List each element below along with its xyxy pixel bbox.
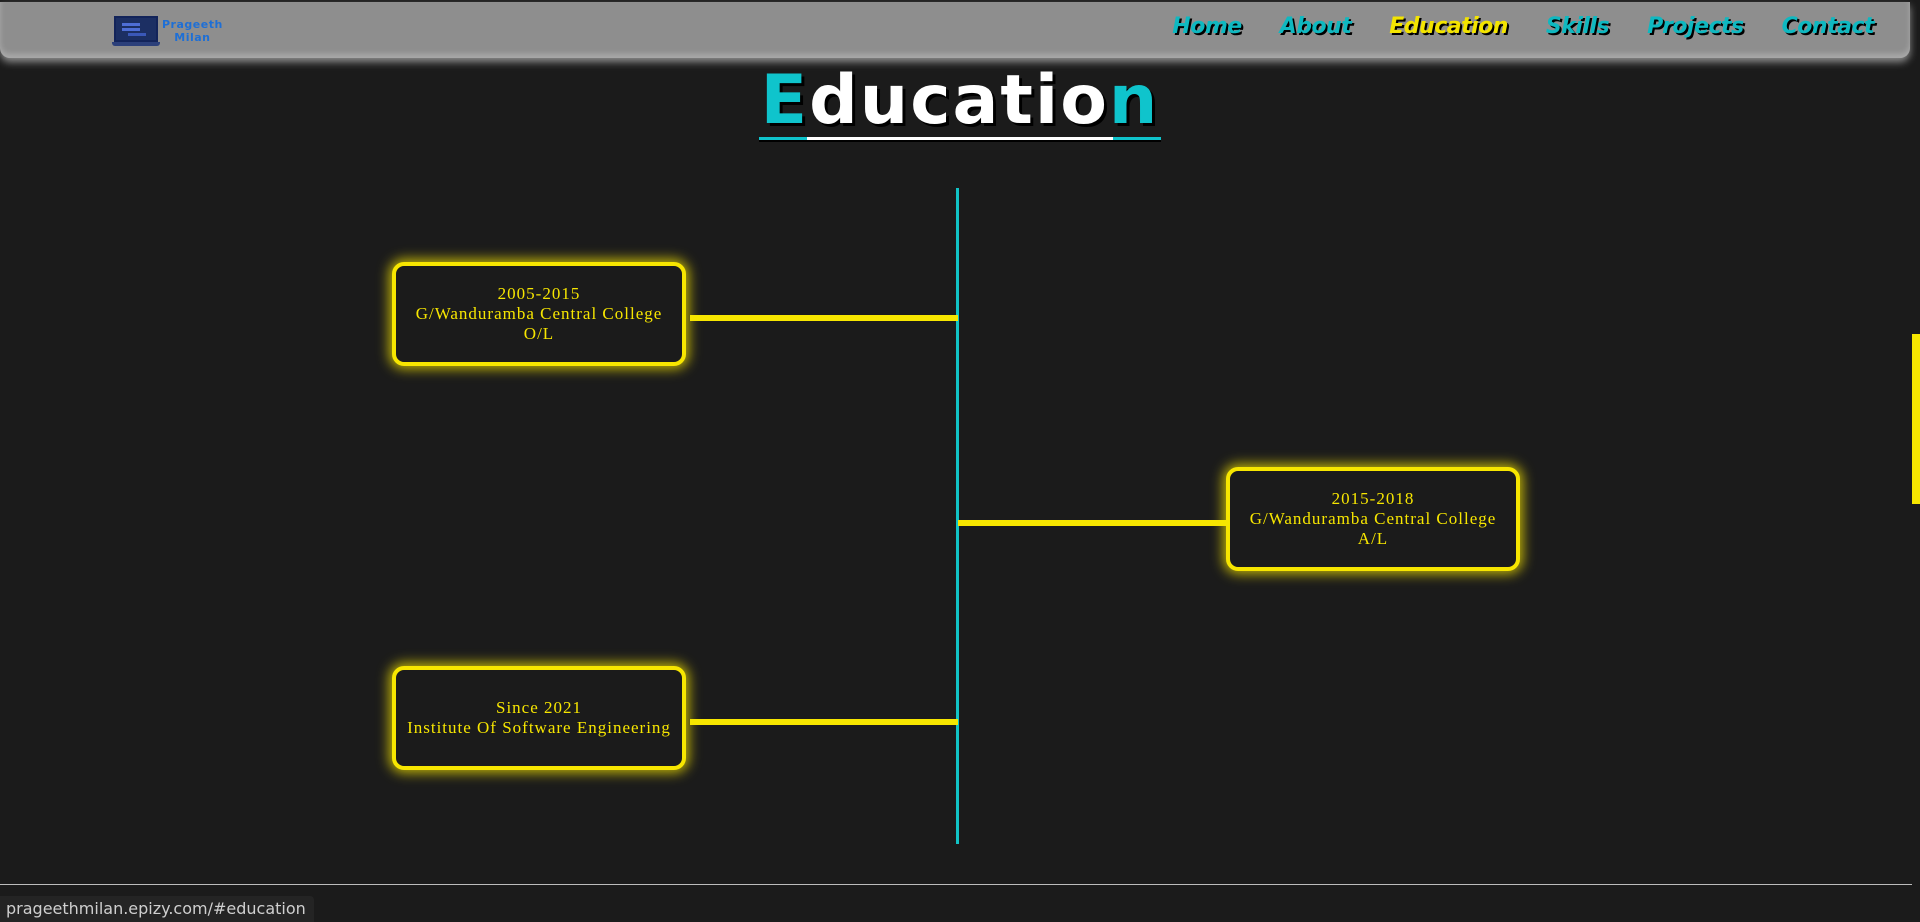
timeline-vertical-line (956, 188, 959, 844)
nav-link-education[interactable]: Education (1389, 14, 1508, 39)
section-heading: Education (0, 64, 1920, 144)
education-card-ol: 2005-2015 G/Wanduramba Central College O… (392, 262, 686, 366)
nav-link-home[interactable]: Home (1172, 14, 1242, 39)
title-underline (758, 137, 1162, 140)
education-years: Since 2021 (495, 698, 583, 717)
timeline-connector (690, 719, 958, 725)
education-card-al: 2015-2018 G/Wanduramba Central College A… (1226, 467, 1520, 571)
status-bar-url: prageethmilan.epizy.com/#education (0, 896, 314, 922)
education-card-ise: Since 2021 Institute Of Software Enginee… (392, 666, 686, 770)
education-level: O/L (523, 324, 555, 343)
title-first-letter: E (760, 61, 810, 140)
nav-link-projects[interactable]: Projects (1647, 14, 1744, 39)
brand-name-line2: Milan (174, 31, 211, 44)
nav-menu: Home About Education Skills Projects Con… (1134, 14, 1874, 39)
footer-divider (0, 884, 1912, 885)
education-school: G/Wanduramba Central College (1249, 509, 1497, 528)
nav-link-contact[interactable]: Contact (1782, 14, 1875, 39)
navbar: Prageeth Milan Home About Education Skil… (0, 2, 1910, 58)
education-years: 2015-2018 (1331, 489, 1415, 508)
nav-link-skills[interactable]: Skills (1546, 14, 1610, 39)
page: Prageeth Milan Home About Education Skil… (0, 0, 1920, 922)
timeline-connector (690, 315, 958, 321)
title-last-letter: n (1108, 61, 1160, 140)
education-school: Institute Of Software Engineering (407, 718, 671, 737)
education-years: 2005-2015 (497, 284, 581, 303)
title-middle: ducatio (809, 61, 1109, 140)
timeline-connector (958, 520, 1228, 526)
brand-logo-link[interactable]: Prageeth Milan (112, 14, 223, 48)
nav-link-about[interactable]: About (1280, 14, 1352, 39)
brand-name-line1: Prageeth (162, 18, 223, 31)
brand-name: Prageeth Milan (162, 18, 223, 44)
scroll-indicator[interactable] (1912, 334, 1920, 504)
page-title: Education (758, 61, 1162, 144)
education-level: A/L (1357, 529, 1389, 548)
education-school: G/Wanduramba Central College (415, 304, 663, 323)
laptop-logo-icon (112, 16, 160, 46)
